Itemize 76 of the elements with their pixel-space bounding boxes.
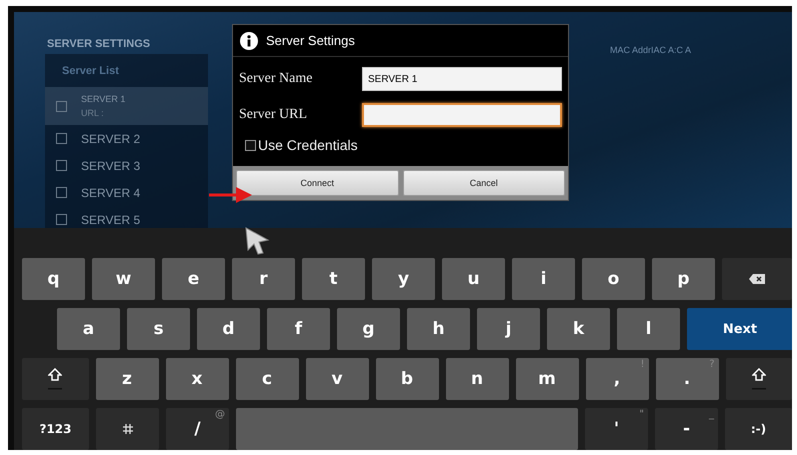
input-field[interactable] <box>362 103 562 127</box>
dialog-button[interactable]: Cancel <box>402 170 565 196</box>
server-list-item[interactable]: SERVER 4 <box>45 179 208 206</box>
checkbox[interactable] <box>56 133 67 144</box>
checkbox[interactable] <box>56 160 67 171</box>
keyboard-key[interactable]: s <box>127 308 190 350</box>
shift-key[interactable] <box>22 358 88 400</box>
keyboard-key[interactable]: y <box>372 258 435 300</box>
keyboard-key[interactable]: b <box>376 358 438 400</box>
keyboard-key[interactable]: ?123 <box>22 408 89 450</box>
cursor-icon <box>244 226 270 256</box>
server-list-item[interactable]: SERVER 1 URL : <box>45 87 208 125</box>
keyboard-key[interactable]: q <box>22 258 85 300</box>
mac-address-label: MAC AddrIAC A:C A <box>610 45 692 55</box>
keyboard-key[interactable]: e <box>162 258 225 300</box>
server-url-label: URL : <box>81 108 105 118</box>
checkbox[interactable] <box>56 100 67 112</box>
field-label: Server Name <box>239 71 312 87</box>
keyboard-key[interactable]: n <box>446 358 508 400</box>
list-title: Server List <box>61 64 120 79</box>
keyboard-key[interactable]: h <box>407 308 470 350</box>
info-icon <box>240 32 258 50</box>
key-hint: @ <box>215 409 225 420</box>
shift-icon <box>752 368 766 390</box>
server-name: SERVER 5 <box>81 212 140 226</box>
key-hint: _ <box>709 409 714 420</box>
key-hint: ? <box>709 359 714 370</box>
arrow-icon <box>209 186 252 204</box>
key-hint: " <box>639 409 644 420</box>
keyboard-key[interactable]: :-) <box>725 408 792 450</box>
keyboard-key[interactable]: c <box>236 358 298 400</box>
checkbox[interactable] <box>56 214 67 225</box>
keyboard-key[interactable]: x <box>166 358 228 400</box>
keyboard-key[interactable]: w <box>92 258 155 300</box>
dialog-title: Server Settings <box>266 33 355 48</box>
checkbox-label[interactable]: Use Credentials <box>258 137 358 153</box>
backspace-icon <box>749 274 765 284</box>
keyboard-key[interactable]: u <box>442 258 505 300</box>
keyboard-key[interactable]: j <box>477 308 540 350</box>
keyboard-key[interactable]: d <box>197 308 260 350</box>
keyboard-key[interactable]: . ? <box>656 358 718 400</box>
page-title: SERVER SETTINGS <box>47 38 150 50</box>
server-name: SERVER 4 <box>81 186 140 200</box>
shift-icon <box>48 368 62 390</box>
keyboard-key[interactable]: a <box>57 308 120 350</box>
keyboard-key[interactable]: - _ <box>655 408 718 450</box>
server-list-item[interactable]: SERVER 5 <box>45 206 208 228</box>
checkbox[interactable] <box>245 140 256 150</box>
keyboard-key[interactable]: r <box>232 258 295 300</box>
server-list-item[interactable]: SERVER 3 <box>45 152 208 179</box>
keyboard-key[interactable]: ' " <box>585 408 648 450</box>
dialog-button[interactable]: Connect <box>236 170 398 196</box>
keyboard-key[interactable]: , ! <box>586 358 648 400</box>
server-list-item[interactable]: SERVER 2 <box>45 125 208 152</box>
key-hint: ! <box>640 359 644 370</box>
input-field[interactable]: SERVER 1 <box>362 67 562 91</box>
keyboard-key[interactable]: g <box>337 308 400 350</box>
shift-key[interactable] <box>726 358 792 400</box>
keyboard-key[interactable]: f <box>267 308 330 350</box>
next-key[interactable]: Next <box>687 308 792 350</box>
keyboard-key[interactable]: m <box>516 358 578 400</box>
keyboard-key[interactable]: z <box>96 358 158 400</box>
keyboard-key[interactable]: k <box>547 308 610 350</box>
keyboard-key[interactable]: o <box>582 258 645 300</box>
server-name: SERVER 3 <box>81 158 140 172</box>
keyboard-key[interactable]: v <box>306 358 368 400</box>
server-name: SERVER 1 <box>81 94 126 104</box>
keyboard-key[interactable]: / @ <box>166 408 229 450</box>
checkbox[interactable] <box>56 187 67 198</box>
keyboard-key[interactable]: p <box>652 258 715 300</box>
server-name: SERVER 2 <box>81 132 140 146</box>
field-label: Server URL <box>239 107 308 123</box>
backspace-key[interactable] <box>722 258 792 300</box>
keyboard-key[interactable]: i <box>512 258 575 300</box>
keyboard-key[interactable]: t <box>302 258 365 300</box>
keyboard-key[interactable]: l <box>617 308 680 350</box>
